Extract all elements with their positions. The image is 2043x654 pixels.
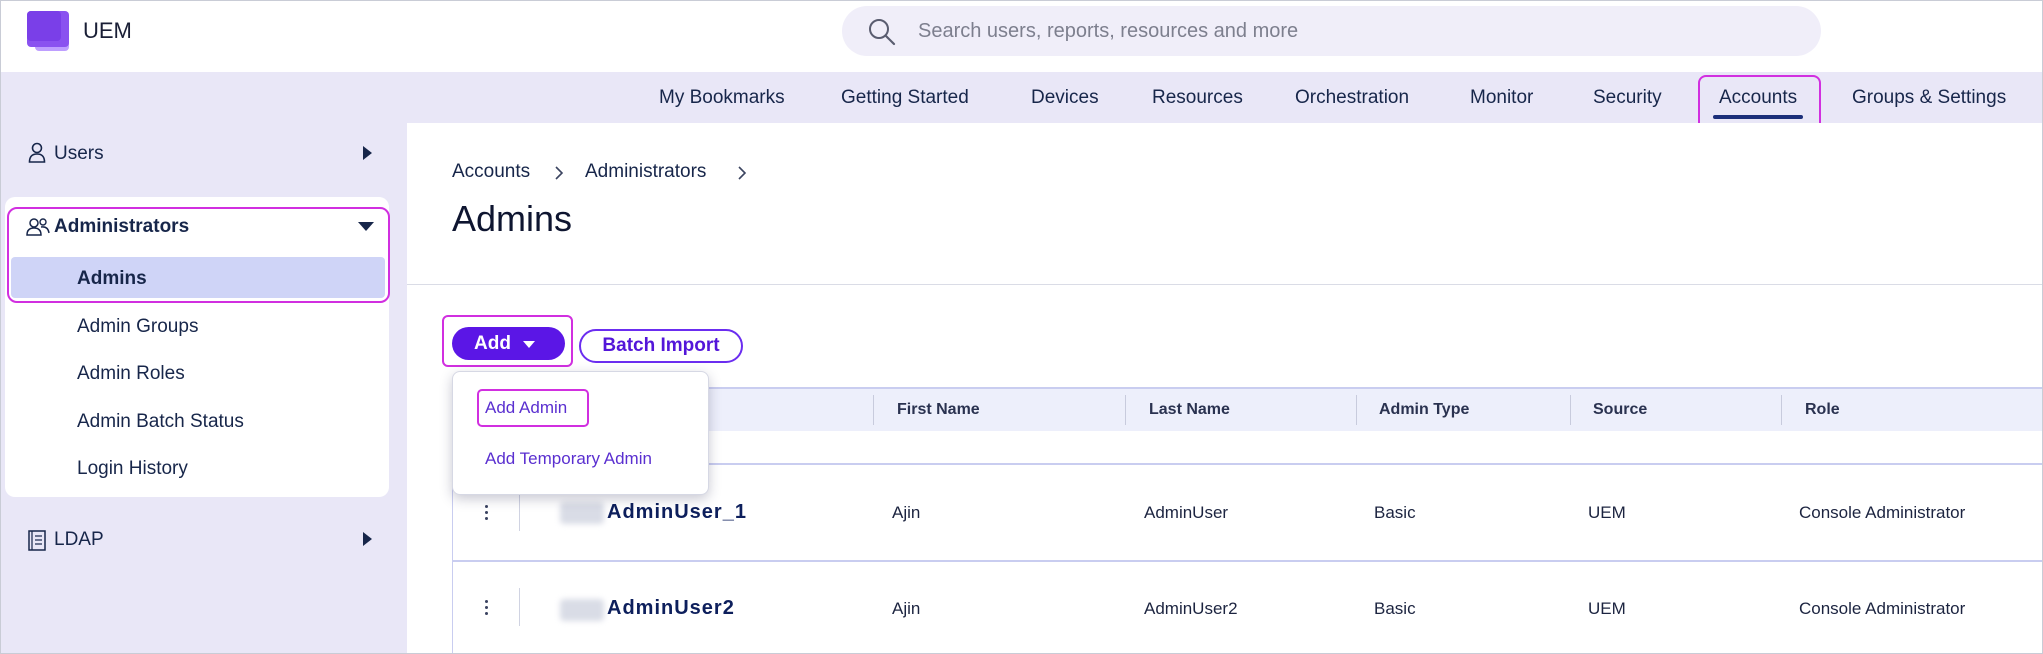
page-title: Admins (452, 198, 573, 239)
search-icon (869, 19, 896, 46)
column-first-name[interactable]: First Name (897, 389, 980, 431)
app-name: UEM (83, 18, 132, 43)
ldap-directory-icon (28, 530, 46, 551)
global-search[interactable] (842, 6, 1821, 56)
sidebar-item-admin-groups[interactable]: Admin Groups (77, 316, 198, 338)
redacted-prefix (560, 599, 604, 621)
app-window: UEM My Bookmarks Getting Started Devices… (0, 0, 2043, 654)
breadcrumb-accounts[interactable]: Accounts (452, 161, 530, 183)
nav-getting-started[interactable]: Getting Started (841, 72, 969, 123)
chevron-right-icon (738, 166, 747, 180)
sidebar-item-users[interactable]: Users (54, 143, 104, 165)
admin-username[interactable]: AdminUser2 (607, 597, 735, 620)
sidebar-item-admin-batch-status[interactable]: Admin Batch Status (77, 411, 244, 433)
nav-my-bookmarks[interactable]: My Bookmarks (659, 72, 785, 123)
search-input[interactable] (918, 6, 1778, 56)
column-admin-type[interactable]: Admin Type (1379, 389, 1469, 431)
table-row: AdminUser2 Ajin AdminUser2 Basic UEM Con… (452, 562, 2042, 653)
sidebar-item-ldap[interactable]: LDAP (54, 529, 104, 551)
cell-admin-type: Basic (1374, 599, 1416, 618)
user-icon (28, 142, 46, 163)
nav-devices[interactable]: Devices (1031, 72, 1099, 123)
nav-security[interactable]: Security (1593, 72, 1662, 123)
administrators-highlight (7, 207, 390, 303)
sidebar-item-admin-roles[interactable]: Admin Roles (77, 363, 185, 385)
cell-role: Console Administrator (1799, 599, 1966, 618)
cell-source: UEM (1588, 599, 1626, 618)
column-last-name[interactable]: Last Name (1149, 389, 1230, 431)
menu-item-add-temporary-admin[interactable]: Add Temporary Admin (485, 449, 652, 469)
uem-logo-icon (27, 11, 71, 51)
expand-users-icon[interactable] (363, 146, 372, 160)
cell-last-name: AdminUser2 (1144, 599, 1238, 618)
row-actions-icon[interactable] (485, 505, 489, 523)
batch-import-button[interactable]: Batch Import (579, 329, 743, 363)
nav-resources[interactable]: Resources (1152, 72, 1243, 123)
expand-ldap-icon[interactable] (363, 532, 372, 546)
cell-role: Console Administrator (1799, 503, 1966, 522)
breadcrumb-administrators[interactable]: Administrators (585, 161, 706, 183)
row-actions-icon[interactable] (485, 600, 489, 618)
cell-source: UEM (1588, 503, 1626, 522)
cell-last-name: AdminUser (1144, 503, 1229, 522)
cell-first-name: Ajin (892, 503, 921, 522)
column-source[interactable]: Source (1593, 389, 1647, 431)
column-role[interactable]: Role (1805, 389, 1840, 431)
top-bar: UEM (1, 1, 2042, 72)
chevron-right-icon (555, 166, 564, 180)
add-admin-highlight (477, 389, 589, 427)
nav-orchestration[interactable]: Orchestration (1295, 72, 1409, 123)
nav-monitor[interactable]: Monitor (1470, 72, 1533, 123)
nav-groups-settings[interactable]: Groups & Settings (1852, 72, 2006, 123)
admin-username[interactable]: AdminUser_1 (607, 501, 747, 524)
cell-admin-type: Basic (1374, 503, 1416, 522)
sidebar-item-login-history[interactable]: Login History (77, 458, 188, 480)
cell-first-name: Ajin (892, 599, 921, 618)
redacted-prefix (560, 502, 604, 524)
header-divider (407, 284, 2042, 285)
add-button-highlight (442, 315, 573, 367)
